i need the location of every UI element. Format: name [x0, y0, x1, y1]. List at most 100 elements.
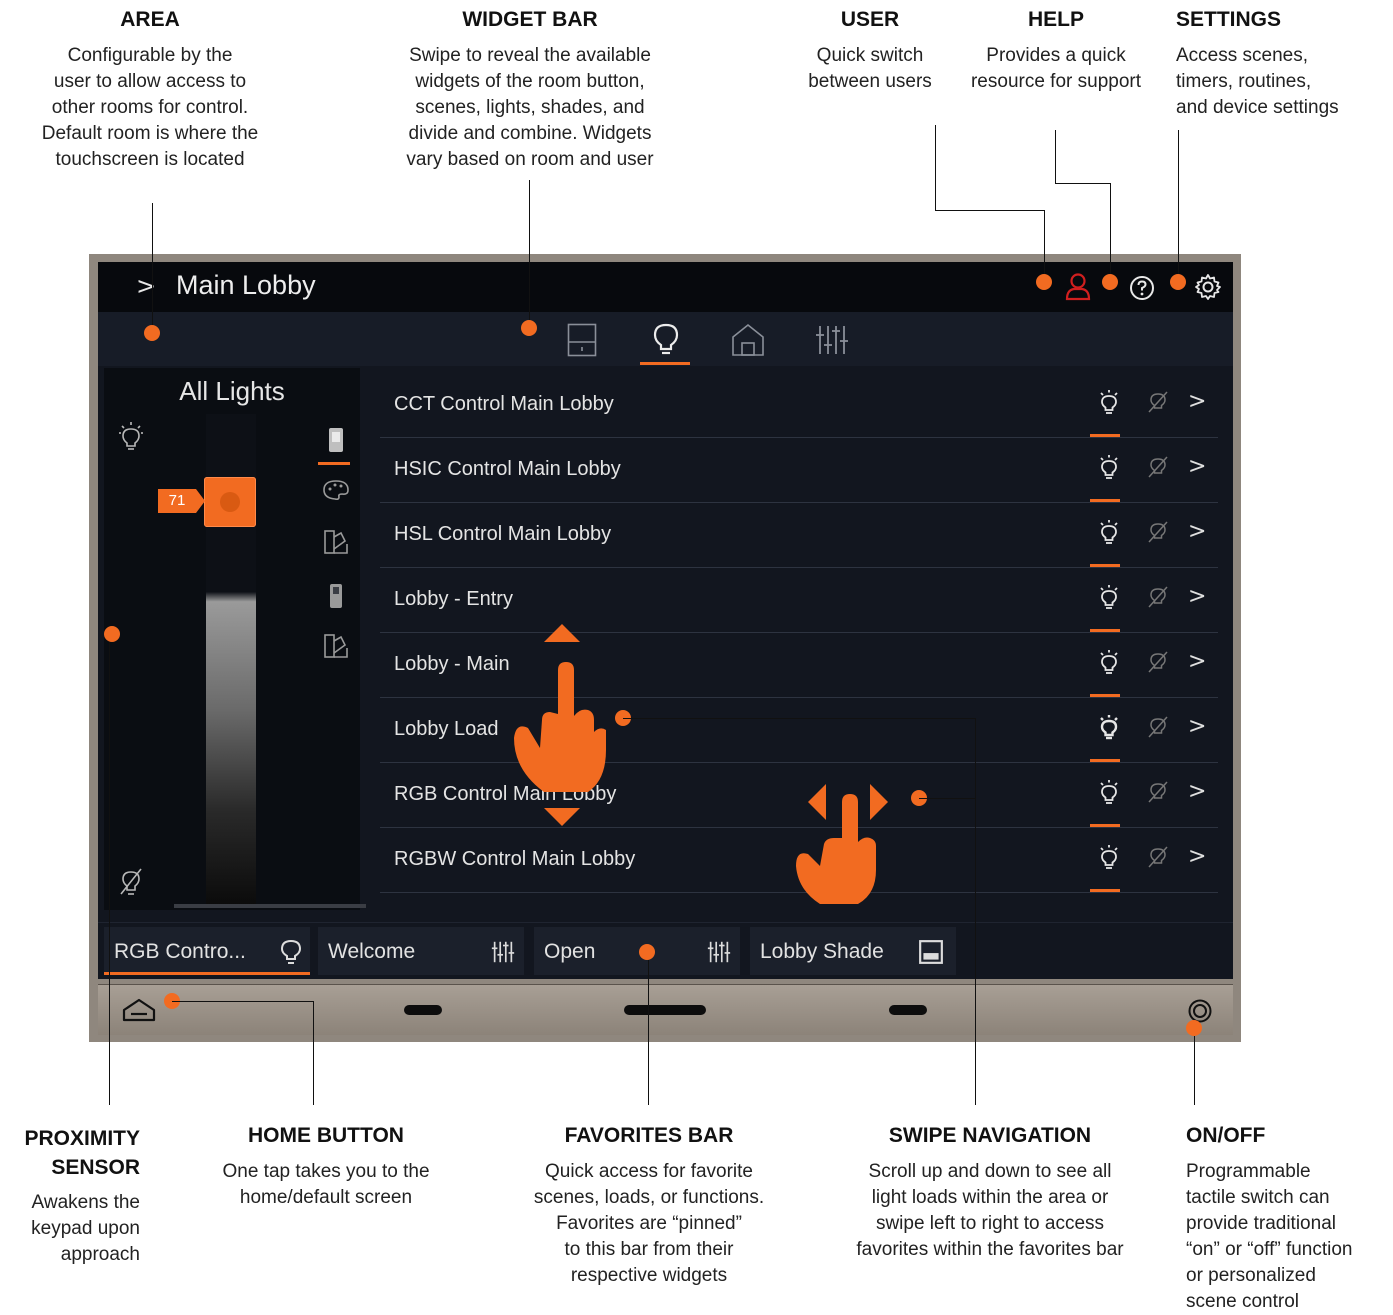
area-callout: AREA Configurable by the user to allow a… — [20, 8, 280, 173]
user-callout-text: Quick switch between users — [796, 43, 944, 95]
control-tab-swatches[interactable] — [318, 528, 354, 556]
leader-line — [1055, 183, 1110, 184]
divide-combine-widget-tab[interactable] — [810, 320, 854, 360]
on-off-callout-text: Programmable tactile switch can provide … — [1186, 1159, 1390, 1315]
widget-bar-callout-text: Swipe to reveal the available widgets of… — [380, 43, 680, 173]
bulb-off-icon[interactable] — [1147, 454, 1169, 480]
favorites-bar-callout: FAVORITES BAR Quick access for favorite … — [504, 1124, 794, 1289]
text-line: widgets of the room button, — [415, 71, 645, 93]
favorite-open[interactable]: Open — [534, 927, 740, 975]
text-line: divide and combine. Widgets — [408, 123, 652, 145]
favorite-label: Lobby Shade — [760, 940, 884, 963]
load-detail-chevron[interactable]: > — [1188, 779, 1206, 804]
bulb-off-icon[interactable] — [118, 866, 144, 898]
callout-marker — [1102, 274, 1118, 290]
on-indicator — [1090, 499, 1120, 502]
text-line: favorites within the favorites bar — [856, 1239, 1124, 1261]
area-title[interactable]: Main Lobby — [176, 270, 316, 301]
load-detail-chevron[interactable]: > — [1188, 454, 1206, 479]
leader-line — [1110, 183, 1111, 276]
leader-line — [313, 1001, 314, 1105]
bulb-off-icon[interactable] — [1147, 844, 1169, 870]
room-widget-tab[interactable] — [560, 320, 604, 360]
bulb-off-icon[interactable] — [1147, 584, 1169, 610]
bulb-off-icon[interactable] — [1147, 649, 1169, 675]
bulb-icon — [653, 323, 679, 355]
shades-widget-tab[interactable] — [726, 320, 770, 360]
proximity-callout-text: Awakens the keypad upon approach — [0, 1190, 140, 1268]
text-line: One tap takes you to the — [222, 1161, 430, 1183]
load-row[interactable]: HSIC Control Main Lobby > — [380, 438, 1218, 503]
lights-widget-tab[interactable] — [644, 320, 688, 360]
bulb-off-icon[interactable] — [1147, 389, 1169, 415]
control-tab-swatches-2[interactable] — [318, 632, 354, 660]
favorite-welcome[interactable]: Welcome — [318, 927, 524, 975]
callout-marker — [1036, 274, 1052, 290]
text-line: and device settings — [1176, 97, 1339, 119]
settings-callout: SETTINGS Access scenes, timers, routines… — [1176, 8, 1386, 121]
sliders-icon — [491, 941, 515, 963]
bulb-on-icon[interactable] — [1098, 584, 1120, 610]
load-detail-chevron[interactable]: > — [1188, 519, 1206, 544]
on-off-callout-title: ON/OFF — [1186, 1124, 1266, 1147]
swatch-icon — [324, 530, 348, 554]
bulb-off-icon[interactable] — [1147, 779, 1169, 805]
panel-scrollbar[interactable] — [174, 904, 366, 908]
callout-marker — [1186, 1020, 1202, 1036]
favorite-lobby-shade[interactable]: Lobby Shade — [750, 927, 956, 975]
favorites-bar[interactable]: RGB Contro... Welcome Open Lobby Shade — [98, 922, 1233, 979]
bulb-on-icon[interactable] — [1098, 844, 1120, 870]
load-detail-chevron[interactable]: > — [1188, 714, 1206, 739]
favorite-rgb-control[interactable]: RGB Contro... — [104, 927, 310, 975]
bulb-on-icon[interactable] — [118, 420, 144, 452]
text-line: Provides a quick — [986, 45, 1126, 67]
bulb-on-icon[interactable] — [1098, 389, 1120, 415]
area-expand-chevron[interactable]: > — [136, 272, 156, 300]
load-row[interactable]: CCT Control Main Lobby > — [380, 373, 1218, 438]
proximity-callout-title: PROXIMITY SENSOR — [0, 1124, 140, 1182]
control-tab-intensity[interactable] — [318, 426, 354, 454]
bulb-on-icon[interactable] — [1098, 714, 1120, 740]
control-tab-preset[interactable] — [318, 582, 354, 610]
bulb-icon — [280, 939, 302, 964]
load-detail-chevron[interactable]: > — [1188, 389, 1206, 414]
bulb-on-icon[interactable] — [1098, 519, 1120, 545]
leader-line — [1178, 130, 1179, 276]
load-detail-chevron[interactable]: > — [1188, 584, 1206, 609]
settings-callout-text: Access scenes, timers, routines, and dev… — [1176, 43, 1386, 121]
control-tab-color[interactable] — [318, 476, 354, 504]
user-callout: USER Quick switch between users — [796, 8, 944, 95]
load-name: CCT Control Main Lobby — [394, 393, 614, 415]
touchscreen-device: > Main Lobby All Lights 71 RGB Contro...… — [89, 254, 1241, 1042]
help-callout: HELP Provides a quick resource for suppo… — [956, 8, 1156, 95]
brightness-slider-thumb[interactable] — [204, 477, 256, 528]
widget-bar-callout-title: WIDGET BAR — [462, 8, 598, 31]
text-line: Favorites are “pinned” — [556, 1213, 742, 1235]
text-line: Programmable — [1186, 1161, 1311, 1183]
area-callout-text: Configurable by the user to allow access… — [20, 43, 280, 173]
gear-icon[interactable] — [1194, 273, 1222, 301]
active-widget-indicator — [640, 362, 690, 365]
widget-bar-callout: WIDGET BAR Swipe to reveal the available… — [380, 8, 680, 173]
leader-line — [935, 125, 936, 210]
swatch-icon — [324, 634, 348, 658]
load-detail-chevron[interactable]: > — [1188, 649, 1206, 674]
bulb-on-icon[interactable] — [1098, 454, 1120, 480]
leader-line — [975, 718, 976, 1105]
bezel-indicator-right — [889, 1005, 927, 1015]
swipe-navigation-callout-title: SWIPE NAVIGATION — [888, 1124, 1092, 1147]
bulb-on-icon[interactable] — [1098, 649, 1120, 675]
favorite-label: RGB Contro... — [114, 940, 246, 963]
load-row[interactable]: HSL Control Main Lobby > — [380, 503, 1218, 568]
user-icon[interactable] — [1064, 272, 1092, 302]
help-callout-title: HELP — [1027, 8, 1084, 31]
widget-bar[interactable] — [98, 312, 1233, 366]
bulb-off-icon[interactable] — [1147, 714, 1169, 740]
bulb-on-icon[interactable] — [1098, 779, 1120, 805]
bulb-off-icon[interactable] — [1147, 519, 1169, 545]
home-button-icon[interactable] — [122, 997, 156, 1023]
text-line: Access scenes, — [1176, 45, 1308, 67]
room-icon — [567, 323, 597, 357]
help-icon[interactable] — [1129, 275, 1155, 301]
load-detail-chevron[interactable]: > — [1188, 844, 1206, 869]
